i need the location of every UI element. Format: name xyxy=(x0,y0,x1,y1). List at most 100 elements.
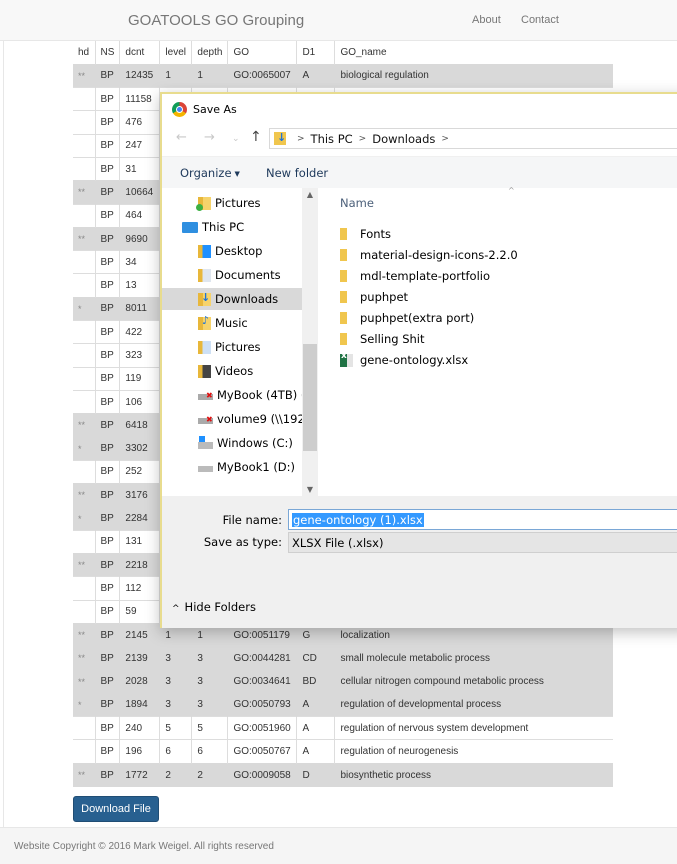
file-list-item[interactable]: gene-ontology.xlsx xyxy=(340,350,468,370)
dcnt-cell: 323 xyxy=(119,343,160,368)
breadcrumb-this-pc[interactable]: This PC xyxy=(311,132,353,146)
go-name-cell: biosynthetic process xyxy=(334,762,613,787)
file-list-item[interactable]: mdl-template-portfolio xyxy=(340,266,490,286)
forward-arrow-icon[interactable]: → xyxy=(204,130,215,145)
nav-pane-item-label: MyBook (4TB) (\\ xyxy=(217,388,302,402)
dcnt-cell: 106 xyxy=(119,389,160,414)
back-arrow-icon[interactable]: ← xyxy=(176,130,187,145)
save-as-type-value: XLSX File (.xlsx) xyxy=(292,535,384,550)
nav-pane-item[interactable]: MyBook (4TB) (\\ xyxy=(198,384,302,406)
depth-cell: 3 xyxy=(191,692,228,717)
file-list-item[interactable]: Fonts xyxy=(340,224,391,244)
windows-drive-icon xyxy=(198,435,213,449)
ns-cell: BP xyxy=(94,133,120,158)
column-header-go: GO xyxy=(227,41,297,65)
hide-folders-button[interactable]: ^ Hide Folders xyxy=(172,600,256,614)
file-name-label: File name: xyxy=(222,513,282,527)
page-left-border xyxy=(3,40,4,827)
nav-pane-item[interactable]: volume9 (\\192.1 xyxy=(198,408,302,430)
hd-cell: ** xyxy=(73,762,95,787)
hd-cell xyxy=(73,87,95,111)
breadcrumb-downloads[interactable]: Downloads xyxy=(372,132,435,146)
hd-cell xyxy=(73,343,95,368)
d1-cell: A xyxy=(296,63,335,88)
organize-button[interactable]: Organize ▼ xyxy=(180,166,240,180)
scroll-down-icon[interactable]: ▼ xyxy=(302,485,318,494)
level-cell: 5 xyxy=(159,716,192,740)
nav-pane-item[interactable]: Windows (C:) xyxy=(198,432,293,454)
file-list: ^ Name Fonts material-design-icons-2.2.0 m… xyxy=(318,186,677,496)
table-row: ** BP 2139 3 3 GO:0044281 CD small molecule met… xyxy=(73,646,613,671)
d1-cell: CD xyxy=(296,646,335,671)
navigation-pane: Pictures This PC Desktop Documents Downloads… xyxy=(162,188,302,496)
file-list-item[interactable]: Selling Shit xyxy=(340,329,425,349)
nav-link-contact[interactable]: Contact xyxy=(521,14,559,26)
recent-locations-chevron-icon[interactable]: ⌄ xyxy=(232,134,240,144)
scrollbar-thumb[interactable] xyxy=(303,344,317,451)
address-bar[interactable]: > This PC > Downloads > xyxy=(269,128,677,149)
breadcrumb-chevron-icon[interactable]: > xyxy=(441,134,449,144)
new-folder-button[interactable]: New folder xyxy=(266,166,328,180)
breadcrumb-chevron-icon[interactable]: > xyxy=(359,134,367,144)
go-name-cell: small molecule metabolic process xyxy=(334,646,613,671)
file-name-input[interactable]: gene-ontology (1).xlsx xyxy=(288,509,677,530)
brand-title[interactable]: GOATOOLS GO Grouping xyxy=(128,12,304,29)
nav-pane-item-label: Pictures xyxy=(215,196,261,210)
ns-cell: BP xyxy=(94,622,120,647)
hd-cell: * xyxy=(73,436,95,461)
dialog-title-bar[interactable]: Save As xyxy=(172,100,237,118)
nav-pane-item[interactable]: Videos xyxy=(198,360,253,382)
dialog-bottom-panel: File name: gene-ontology (1).xlsx Save a… xyxy=(162,496,677,628)
file-list-item[interactable]: puphpet(extra port) xyxy=(340,308,474,328)
dcnt-cell: 11158 xyxy=(119,87,160,111)
hd-cell: ** xyxy=(73,622,95,647)
ns-cell: BP xyxy=(94,716,120,740)
dcnt-cell: 31 xyxy=(119,156,160,181)
ns-cell: BP xyxy=(94,692,120,717)
dcnt-cell: 9690 xyxy=(119,226,160,251)
column-header-name[interactable]: Name xyxy=(340,196,374,210)
nav-link-about[interactable]: About xyxy=(472,14,501,26)
ns-cell: BP xyxy=(94,646,120,671)
chevron-up-icon: ^ xyxy=(172,604,180,614)
dialog-nav-row: ← → ⌄ ↑ > This PC > Downloads > xyxy=(162,124,677,156)
hd-cell xyxy=(73,529,95,554)
file-list-item[interactable]: puphpet xyxy=(340,287,408,307)
level-cell: 1 xyxy=(159,63,192,88)
scroll-up-icon[interactable]: ▲ xyxy=(302,190,318,199)
breadcrumb-chevron-icon[interactable]: > xyxy=(297,134,305,144)
nav-pane-item[interactable]: Music xyxy=(198,312,248,334)
file-list-item[interactable]: material-design-icons-2.2.0 xyxy=(340,245,518,265)
hd-cell xyxy=(73,389,95,414)
dcnt-cell: 2284 xyxy=(119,506,160,531)
nav-pane-item[interactable]: MyBook1 (D:) xyxy=(198,456,295,478)
nav-pane-item[interactable]: Documents xyxy=(198,264,281,286)
ns-cell: BP xyxy=(94,669,120,694)
dcnt-cell: 196 xyxy=(119,739,160,764)
nav-pane-item[interactable]: This PC xyxy=(182,216,244,238)
hd-cell xyxy=(73,459,95,484)
nav-pane-item[interactable]: Downloads xyxy=(162,288,302,310)
table-row: ** BP 1772 2 2 GO:0009058 Dbiosynthetic proces… xyxy=(73,762,613,787)
ns-cell: BP xyxy=(94,389,120,414)
up-arrow-icon[interactable]: ↑ xyxy=(250,129,262,145)
file-list-item-label: Fonts xyxy=(360,227,392,241)
ns-cell: BP xyxy=(94,483,120,507)
nav-pane-item[interactable]: Pictures xyxy=(196,192,261,214)
save-as-type-select[interactable]: XLSX File (.xlsx) xyxy=(288,532,677,553)
dcnt-cell: 3176 xyxy=(119,483,160,507)
hd-cell: ** xyxy=(73,669,95,694)
download-file-button[interactable]: Download File xyxy=(73,796,159,822)
dcnt-cell: 59 xyxy=(119,599,160,624)
folder-icon xyxy=(340,291,347,303)
depth-cell: 6 xyxy=(191,739,228,764)
navigation-pane-scrollbar[interactable]: ▲ ▼ xyxy=(302,188,318,496)
level-cell: 6 xyxy=(159,739,192,764)
dcnt-cell: 12435 xyxy=(119,63,160,88)
ns-cell: BP xyxy=(94,599,120,624)
go-name-cell: regulation of developmental process xyxy=(334,692,613,717)
nav-pane-item[interactable]: Desktop xyxy=(198,240,262,262)
hd-cell xyxy=(73,203,95,228)
nav-pane-item[interactable]: Pictures xyxy=(198,336,261,358)
copyright-text: Website Copyright © 2016 Mark Weigel. Al… xyxy=(14,841,274,852)
